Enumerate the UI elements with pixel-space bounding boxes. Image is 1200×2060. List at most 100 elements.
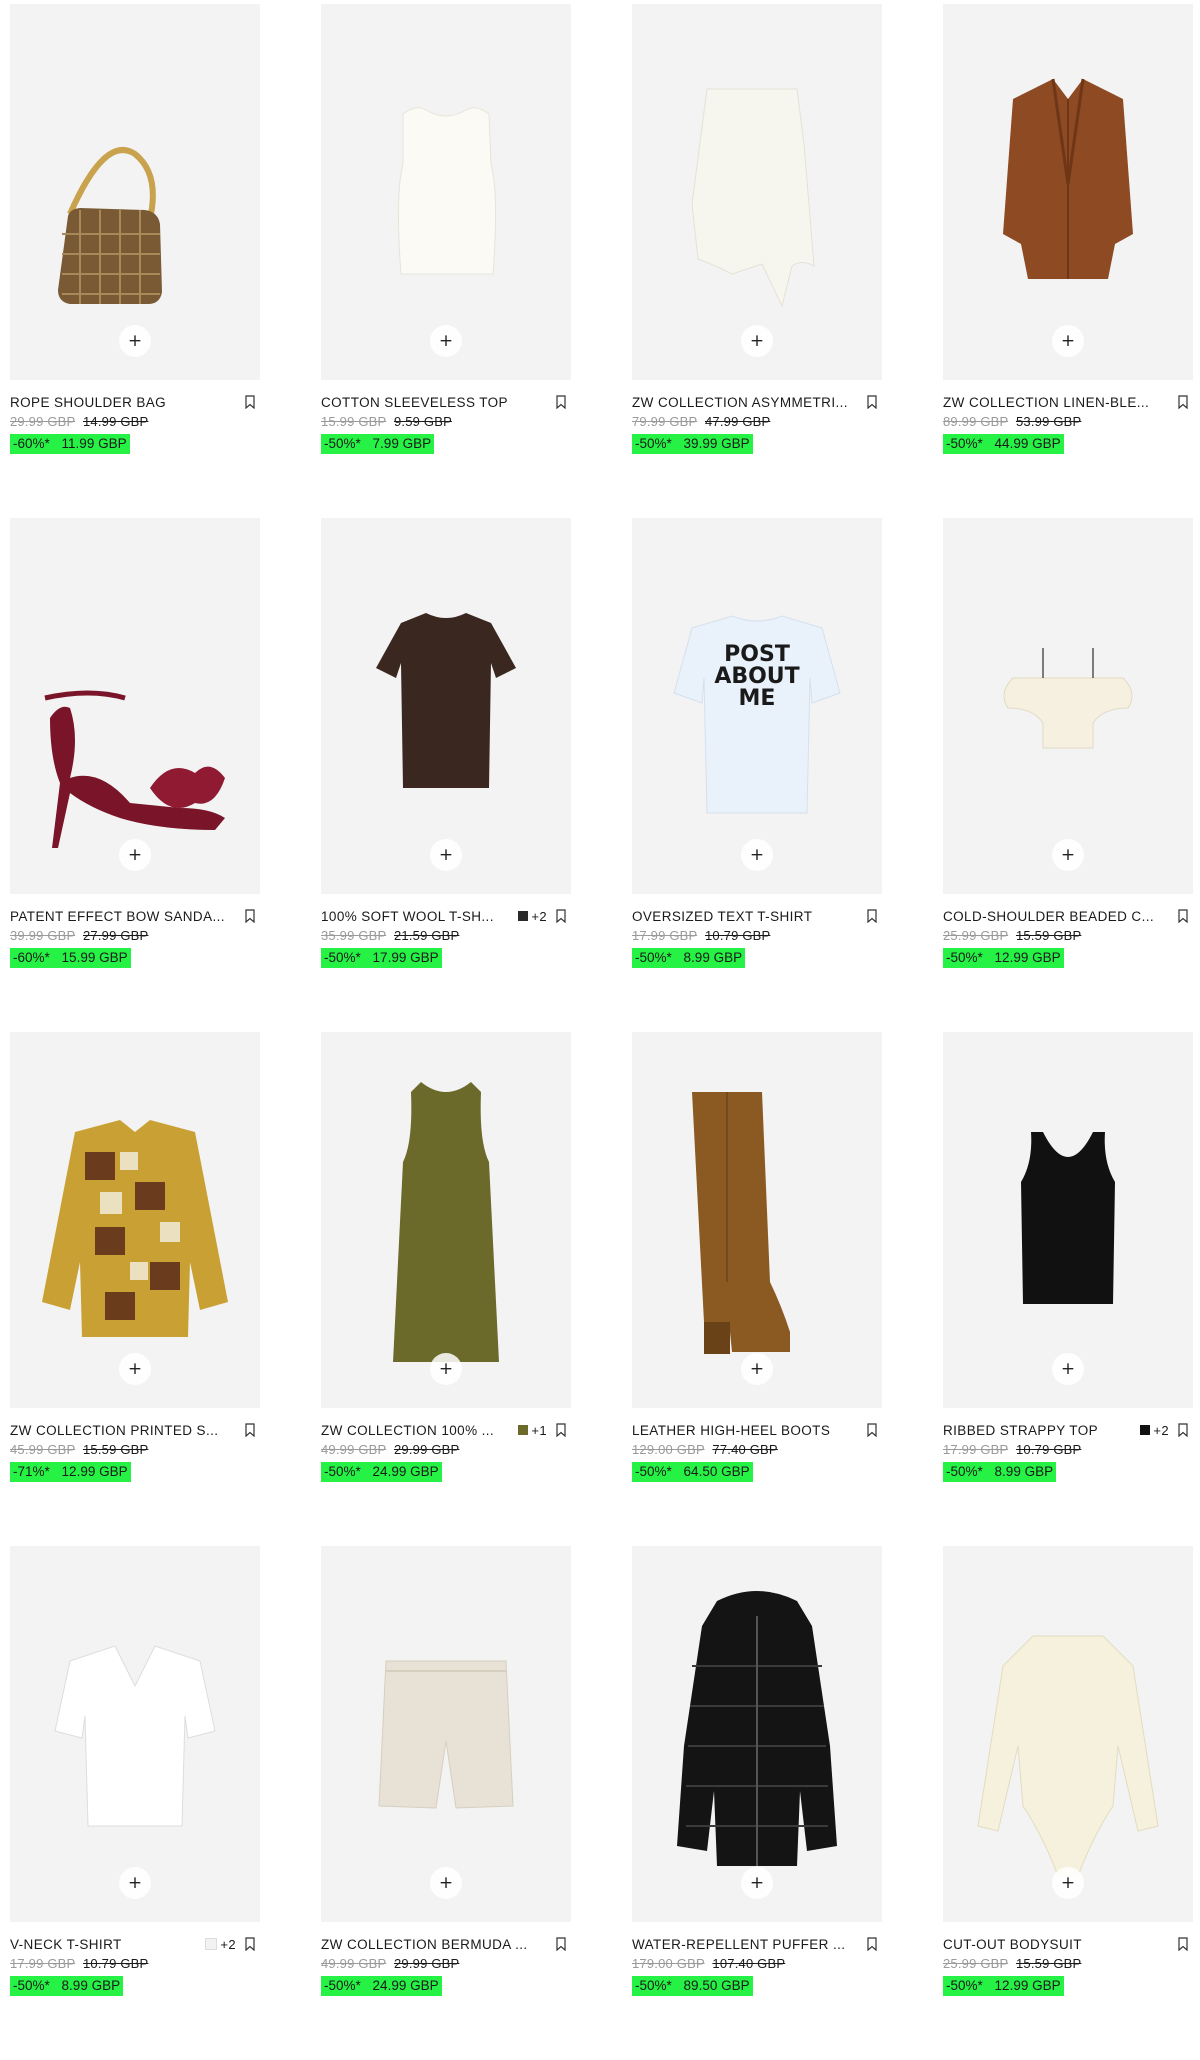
product-name[interactable]: ZW COLLECTION PRINTED S...: [10, 1423, 244, 1438]
product-image[interactable]: +: [321, 1032, 571, 1408]
product-name[interactable]: ZW COLLECTION ASYMMETRI...: [632, 395, 866, 410]
bookmark-icon[interactable]: [244, 395, 256, 409]
add-to-bag-button[interactable]: +: [1052, 325, 1084, 357]
original-price: 49.99 GBP: [321, 1956, 387, 1971]
product-image[interactable]: +: [632, 1032, 882, 1408]
add-to-bag-button[interactable]: +: [119, 1867, 151, 1899]
product-name[interactable]: PATENT EFFECT BOW SANDA...: [10, 909, 244, 924]
bookmark-icon[interactable]: [555, 909, 567, 923]
add-to-bag-button[interactable]: +: [119, 839, 151, 871]
product-name[interactable]: COTTON SLEEVELESS TOP: [321, 395, 555, 410]
color-swatches[interactable]: +2: [205, 1937, 236, 1952]
product-photo: [393, 1082, 499, 1362]
product-card[interactable]: POST ABOUT ME + OVERSIZED TEXT T-SHIRT 17.…: [632, 518, 882, 1032]
product-name[interactable]: ZW COLLECTION LINEN-BLE...: [943, 395, 1177, 410]
bookmark-icon[interactable]: [244, 909, 256, 923]
product-name[interactable]: V-NECK T-SHIRT: [10, 1937, 205, 1952]
product-card[interactable]: + CUT-OUT BODYSUIT 25.99 GBP 15.59 GBP -…: [943, 1546, 1193, 2060]
product-card[interactable]: + COTTON SLEEVELESS TOP 15.99 GBP 9.59 G…: [321, 4, 571, 518]
add-to-bag-button[interactable]: +: [741, 1353, 773, 1385]
product-card[interactable]: + PATENT EFFECT BOW SANDA... 39.99 GBP 2…: [10, 518, 260, 1032]
product-image[interactable]: POST ABOUT ME +: [632, 518, 882, 894]
color-swatch[interactable]: [205, 1938, 218, 1950]
product-card[interactable]: + ZW COLLECTION PRINTED S... 45.99 GBP 1…: [10, 1032, 260, 1546]
bookmark-icon[interactable]: [244, 1423, 256, 1437]
color-swatches[interactable]: +2: [1140, 1423, 1169, 1438]
product-card[interactable]: + RIBBED STRAPPY TOP +2 17.99 GBP 10.79 …: [943, 1032, 1193, 1546]
product-name[interactable]: OVERSIZED TEXT T-SHIRT: [632, 909, 866, 924]
product-name[interactable]: ROPE SHOULDER BAG: [10, 395, 244, 410]
product-card[interactable]: + ROPE SHOULDER BAG 29.99 GBP 14.99 GBP …: [10, 4, 260, 518]
product-image[interactable]: +: [943, 518, 1193, 894]
product-image[interactable]: +: [10, 1032, 260, 1408]
product-name[interactable]: 100% SOFT WOOL T-SH...: [321, 909, 518, 924]
product-image[interactable]: +: [321, 1546, 571, 1922]
product-card[interactable]: + LEATHER HIGH-HEEL BOOTS 129.00 GBP 77.…: [632, 1032, 882, 1546]
bookmark-icon[interactable]: [1177, 395, 1189, 409]
product-card[interactable]: + WATER-REPELLENT PUFFER ... 179.00 GBP …: [632, 1546, 882, 2060]
bookmark-icon[interactable]: [555, 1937, 567, 1951]
discount-percent: -71%*: [13, 1464, 50, 1479]
bookmark-icon[interactable]: [244, 1937, 256, 1951]
product-name[interactable]: CUT-OUT BODYSUIT: [943, 1937, 1177, 1952]
bookmark-icon[interactable]: [555, 1423, 567, 1437]
bookmark-icon[interactable]: [1177, 1937, 1189, 1951]
add-to-bag-button[interactable]: +: [741, 839, 773, 871]
product-card[interactable]: + COLD-SHOULDER BEADED C... 25.99 GBP 15…: [943, 518, 1193, 1032]
color-swatch[interactable]: [1140, 1425, 1151, 1435]
bookmark-icon[interactable]: [1177, 909, 1189, 923]
bookmark-icon[interactable]: [866, 909, 878, 923]
product-image[interactable]: +: [943, 1032, 1193, 1408]
color-swatch[interactable]: [518, 911, 529, 921]
product-name[interactable]: LEATHER HIGH-HEEL BOOTS: [632, 1423, 866, 1438]
sale-price-badge: -50%* 24.99 GBP: [321, 1462, 442, 1482]
add-to-bag-button[interactable]: +: [430, 1867, 462, 1899]
bookmark-icon[interactable]: [1177, 1423, 1189, 1437]
product-image[interactable]: +: [943, 1546, 1193, 1922]
product-image[interactable]: +: [632, 4, 882, 380]
add-to-bag-button[interactable]: +: [1052, 839, 1084, 871]
product-name[interactable]: WATER-REPELLENT PUFFER ...: [632, 1937, 866, 1952]
product-name[interactable]: ZW COLLECTION 100% ...: [321, 1423, 518, 1438]
product-image[interactable]: +: [943, 4, 1193, 380]
product-card[interactable]: + ZW COLLECTION BERMUDA ... 49.99 GBP 29…: [321, 1546, 571, 2060]
product-image[interactable]: +: [10, 518, 260, 894]
sale-price: 12.99 GBP: [994, 950, 1061, 965]
add-to-bag-button[interactable]: +: [741, 1867, 773, 1899]
sale-price-badge: -60%* 11.99 GBP: [10, 434, 130, 454]
product-image[interactable]: +: [321, 518, 571, 894]
product-name[interactable]: COLD-SHOULDER BEADED C...: [943, 909, 1177, 924]
product-card[interactable]: + ZW COLLECTION LINEN-BLE... 89.99 GBP 5…: [943, 4, 1193, 518]
product-card[interactable]: + 100% SOFT WOOL T-SH... +2 35.99 GBP 21…: [321, 518, 571, 1032]
product-image[interactable]: +: [321, 4, 571, 380]
add-to-bag-button[interactable]: +: [119, 325, 151, 357]
more-colors-count: +2: [1153, 1422, 1169, 1438]
color-swatch[interactable]: [518, 1425, 529, 1435]
add-to-bag-button[interactable]: +: [430, 1353, 462, 1385]
product-name[interactable]: RIBBED STRAPPY TOP: [943, 1423, 1140, 1438]
sale-price: 8.99 GBP: [61, 1978, 121, 1993]
product-photo: [42, 1120, 228, 1337]
bookmark-icon[interactable]: [866, 1423, 878, 1437]
bookmark-icon[interactable]: [866, 1937, 878, 1951]
product-card[interactable]: + ZW COLLECTION 100% ... +1 49.99 GBP 29…: [321, 1032, 571, 1546]
color-swatches[interactable]: +2: [518, 909, 547, 924]
add-to-bag-button[interactable]: +: [430, 839, 462, 871]
add-to-bag-button[interactable]: +: [430, 325, 462, 357]
add-to-bag-button[interactable]: +: [741, 325, 773, 357]
add-to-bag-button[interactable]: +: [1052, 1867, 1084, 1899]
product-name[interactable]: ZW COLLECTION BERMUDA ...: [321, 1937, 555, 1952]
product-image[interactable]: +: [632, 1546, 882, 1922]
more-colors-count: +1: [531, 1422, 547, 1438]
product-image[interactable]: +: [10, 1546, 260, 1922]
add-to-bag-button[interactable]: +: [119, 1353, 151, 1385]
product-card[interactable]: + V-NECK T-SHIRT +2 17.99 GBP 10.79 GBP …: [10, 1546, 260, 2060]
add-to-bag-button[interactable]: +: [1052, 1353, 1084, 1385]
bookmark-icon[interactable]: [866, 395, 878, 409]
product-card[interactable]: + ZW COLLECTION ASYMMETRI... 79.99 GBP 4…: [632, 4, 882, 518]
price-history: 49.99 GBP 29.99 GBP: [321, 1442, 459, 1457]
color-swatches[interactable]: +1: [518, 1423, 547, 1438]
previous-price: 15.59 GBP: [1015, 1956, 1082, 1971]
product-image[interactable]: +: [10, 4, 260, 380]
bookmark-icon[interactable]: [555, 395, 567, 409]
